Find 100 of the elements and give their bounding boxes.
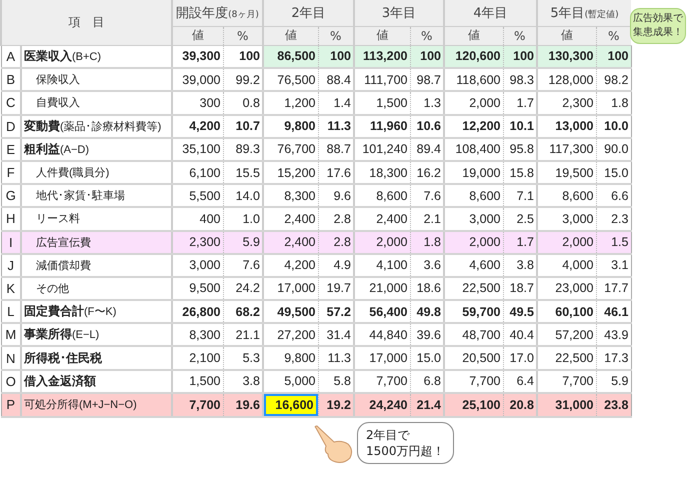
table-cell: 15.0 [410,346,444,370]
table-cell: 120,600 [444,45,503,68]
table-cell: 19.7 [318,276,354,300]
row-letter: N [1,346,21,370]
table-cell: 90.0 [596,138,631,161]
column-header: 3年目 [354,0,444,26]
row-label: 医業収入(B+C) [21,45,172,68]
table-cell: 89.3 [223,138,263,161]
row-letter: M [1,323,21,346]
table-cell: 2,100 [172,346,223,370]
table-cell: 26,800 [172,300,223,324]
table-cell: 27,200 [263,323,318,346]
column-header: 4年目 [444,0,537,26]
table-cell: 4,200 [263,254,318,277]
table-cell: 4,100 [354,254,410,277]
table-cell: 16.2 [410,160,444,184]
table-cell: 2,300 [172,230,223,254]
table-cell: 1.3 [410,91,444,115]
table-cell: 6.6 [596,184,631,208]
table-cell: 15.8 [503,160,537,184]
table-cell: 1,200 [263,91,318,115]
column-header: 値 [444,26,503,45]
table-cell: 2,000 [354,230,410,254]
row-letter: C [1,91,21,115]
table-cell: 13,000 [537,114,596,138]
table-cell: 35,100 [172,138,223,161]
table-cell: 48,700 [444,323,503,346]
table-cell: 3.6 [410,254,444,277]
table-cell: 11.3 [318,114,354,138]
table-cell: 68.2 [223,300,263,324]
table-cell: 49.8 [410,300,444,324]
row-label: 人件費(職員分) [21,160,172,184]
table-cell: 25,100 [444,392,503,417]
row-label: 変動費(薬品･診療材料費等) [21,114,172,138]
table-cell: 130,300 [537,45,596,68]
table-cell: 2,000 [444,91,503,115]
column-header: 値 [263,26,318,45]
table-cell: 39.6 [410,323,444,346]
table-cell: 7.6 [410,184,444,208]
table-cell: 300 [172,91,223,115]
table-cell: 4,200 [172,114,223,138]
highlighted-value: 16,600 [264,394,318,416]
table-cell: 18.6 [410,276,444,300]
column-header: % [503,26,537,45]
table-cell: 3.8 [503,254,537,277]
column-header: 値 [172,26,223,45]
table-cell: 1.7 [503,91,537,115]
table-cell: 6,100 [172,160,223,184]
table-cell: 44,840 [354,323,410,346]
table-cell: 15,200 [263,160,318,184]
table-cell: 14.0 [223,184,263,208]
table-cell: 39,000 [172,68,223,92]
table-cell: 11.3 [318,346,354,370]
speech-bubble: 広告効果で 集患成果！ [630,8,686,44]
table-cell: 4,000 [537,254,596,277]
table-cell: 57,200 [537,323,596,346]
table-cell: 31.4 [318,323,354,346]
row-letter: L [1,300,21,324]
table-cell: 8,300 [172,323,223,346]
table-cell: 19,000 [444,160,503,184]
row-label: 広告宣伝費 [21,230,172,254]
table-cell: 101,240 [354,138,410,161]
table-cell: 60,100 [537,300,596,324]
table-cell: 7.1 [503,184,537,208]
column-header: % [410,26,444,45]
table-cell: 8,600 [354,184,410,208]
table-cell: 3,000 [172,254,223,277]
row-label: 所得税･住民税 [21,346,172,370]
table-cell: 43.9 [596,323,631,346]
table-cell: 76,700 [263,138,318,161]
row-label: 自費収入 [21,91,172,115]
table-cell: 111,700 [354,68,410,92]
table-cell: 4,600 [444,254,503,277]
table-cell: 117,300 [537,138,596,161]
table-cell: 8,600 [537,184,596,208]
table-cell: 113,200 [354,45,410,68]
table-cell: 1.5 [596,230,631,254]
table-cell: 10.1 [503,114,537,138]
table-cell: 21,000 [354,276,410,300]
row-letter: E [1,138,21,161]
table-cell: 3.1 [596,254,631,277]
table-cell: 89.4 [410,138,444,161]
table-cell: 10.7 [223,114,263,138]
table-cell: 99.2 [223,68,263,92]
table-cell: 57.2 [318,300,354,324]
table-cell: 86,500 [263,45,318,68]
table-cell: 4.9 [318,254,354,277]
column-header: 開設年度(8ヶ月) [172,0,263,26]
table-cell: 23.8 [596,392,631,417]
table-cell: 18.7 [503,276,537,300]
table-cell: 10.0 [596,114,631,138]
table-cell: 18,300 [354,160,410,184]
table-cell: 19,500 [537,160,596,184]
table-cell: 31,000 [537,392,596,417]
row-letter: J [1,254,21,277]
table-cell: 8,600 [444,184,503,208]
row-label: 減価償却費 [21,254,172,277]
table-cell: 98.3 [503,68,537,92]
table-cell: 118,600 [444,68,503,92]
table-cell: 15.0 [596,160,631,184]
